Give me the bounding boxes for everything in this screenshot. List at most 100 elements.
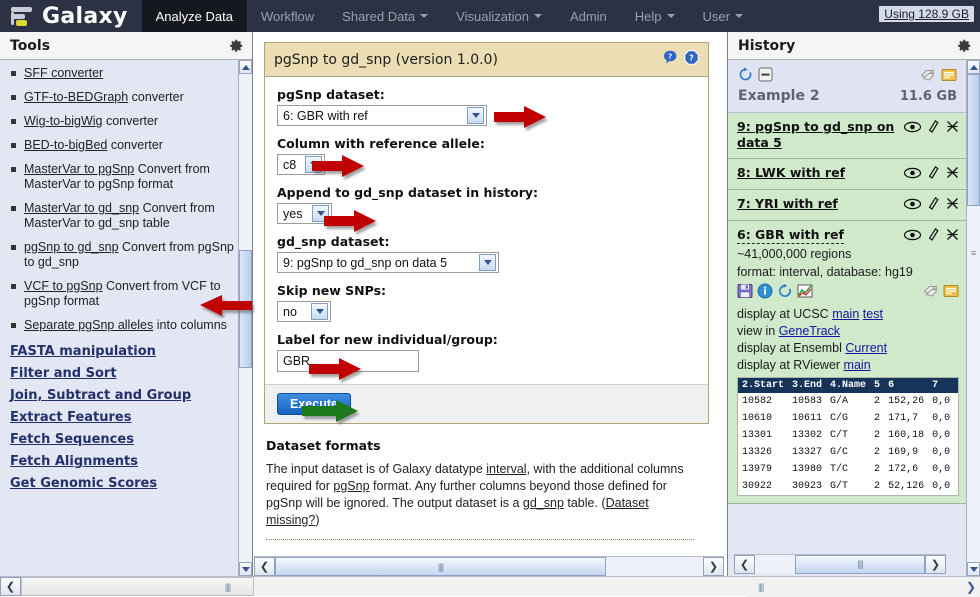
help-link-interval[interactable]: interval	[486, 462, 526, 476]
delete-x-icon[interactable]	[946, 166, 959, 182]
tool-link-label[interactable]: pgSnp to gd_snp	[24, 240, 119, 254]
nav-item-help[interactable]: Help	[621, 0, 689, 32]
tool-link-label[interactable]: VCF to pgSnp	[24, 279, 103, 293]
chevron-down-icon[interactable]	[467, 107, 484, 124]
delete-x-icon[interactable]	[946, 197, 959, 213]
tool-link-wig-to-bigwig[interactable]: Wig-to-bigWig converter	[10, 114, 235, 138]
tool-link-label[interactable]: Wig-to-bigWig	[24, 114, 103, 128]
tool-link-sff-converter[interactable]: SFF converter	[10, 66, 235, 90]
scrollbar-track[interactable]: ||||	[755, 554, 925, 574]
tool-panel-scrollbar[interactable]: ≡	[238, 60, 252, 576]
dataset-title[interactable]: 7: YRI with ref	[737, 196, 838, 212]
delete-x-icon[interactable]	[946, 120, 959, 136]
tool-link-bed-to-bigbed[interactable]: BED-to-bigBed converter	[10, 138, 235, 162]
tool-section-extract-features[interactable]: Extract Features	[10, 410, 235, 425]
pencil-icon[interactable]	[928, 227, 939, 244]
display-link-rviewer-main[interactable]: main	[844, 358, 871, 372]
execute-button[interactable]: Execute	[277, 393, 351, 415]
nav-item-shared-data[interactable]: Shared Data	[328, 0, 442, 32]
scrollbar-track[interactable]: ||||	[275, 557, 703, 576]
gear-icon[interactable]	[956, 38, 972, 54]
display-link-ensembl-current[interactable]: Current	[845, 341, 887, 355]
peek-horizontal-scrollbar[interactable]: ❮ |||| ❯	[734, 554, 946, 574]
annotation-icon[interactable]	[941, 68, 957, 85]
tool-section-get-genomic-scores[interactable]: Get Genomic Scores	[10, 476, 235, 491]
help-link-gd-snp[interactable]: gd_snp	[523, 496, 564, 510]
info-icon[interactable]	[757, 283, 773, 302]
tool-link-label[interactable]: GTF-to-BEDGraph	[24, 90, 128, 104]
question-octagon-icon[interactable]: ?	[684, 50, 699, 69]
tool-section-fetch-alignments[interactable]: Fetch Alignments	[10, 454, 235, 469]
append-gd-snp-select[interactable]: yes	[277, 203, 332, 224]
delete-x-icon[interactable]	[946, 228, 959, 244]
history-dataset-9[interactable]: 9: pgSnp to gd_snp on data 5	[728, 113, 967, 159]
refresh-icon[interactable]	[738, 67, 753, 85]
resize-handle-icon[interactable]: ❯	[966, 580, 976, 594]
scrollbar-thumb[interactable]: ||||	[21, 577, 254, 596]
skip-new-snps-select[interactable]: no	[277, 301, 331, 322]
center-horizontal-scrollbar[interactable]: ❮ |||| ❯	[254, 556, 724, 576]
nav-item-workflow[interactable]: Workflow	[247, 0, 328, 32]
tool-link-label[interactable]: SFF converter	[24, 66, 103, 80]
scroll-left-button[interactable]: ❮	[734, 554, 755, 574]
rerun-icon[interactable]	[777, 283, 793, 302]
tool-link-pgsnp-to-gd-snp[interactable]: pgSnp to gd_snp Convert from pgSnp to gd…	[10, 240, 235, 279]
chevron-down-icon[interactable]	[479, 254, 496, 271]
annotation-icon[interactable]	[943, 284, 959, 301]
scroll-left-button[interactable]: ❮	[254, 557, 275, 576]
pencil-icon[interactable]	[928, 165, 939, 182]
scroll-left-button[interactable]: ❮	[0, 577, 21, 596]
tool-link-separate-pgsnp-alleles[interactable]: Separate pgSnp alleles into columns	[10, 318, 235, 342]
tool-link-mastervar-to-gd-snp[interactable]: MasterVar to gd_snp Convert from MasterV…	[10, 201, 235, 240]
tool-section-fetch-sequences[interactable]: Fetch Sequences	[10, 432, 235, 447]
nav-item-analyze-data[interactable]: Analyze Data	[141, 0, 247, 32]
question-bubble-icon[interactable]: ?	[663, 50, 678, 69]
scrollbar-thumb[interactable]: ||||	[275, 557, 606, 576]
dataset-title[interactable]: 9: pgSnp to gd_snp on data 5	[737, 119, 898, 151]
scroll-up-button[interactable]	[967, 60, 980, 74]
scrollbar-thumb[interactable]: ||||	[795, 554, 925, 574]
quota-meter[interactable]: Using 128.9 GB	[879, 6, 974, 22]
chevron-down-icon[interactable]	[312, 205, 329, 222]
eye-icon[interactable]	[903, 198, 922, 213]
history-panel-scrollbar[interactable]: ≡	[966, 60, 980, 576]
tag-icon[interactable]	[923, 284, 939, 301]
scroll-down-button[interactable]	[239, 562, 252, 576]
tool-link-vcf-to-pgsnp[interactable]: VCF to pgSnp Convert from VCF to pgSnp f…	[10, 279, 235, 318]
column-reference-allele-select[interactable]: c8	[277, 154, 325, 175]
display-link-ucsc-test[interactable]: test	[863, 307, 883, 321]
chevron-down-icon[interactable]	[305, 156, 322, 173]
pencil-icon[interactable]	[928, 196, 939, 213]
scroll-down-button[interactable]	[967, 562, 980, 576]
tool-link-label[interactable]: Separate pgSnp alleles	[24, 318, 153, 332]
pgsnp-dataset-select[interactable]: 6: GBR with ref	[277, 105, 487, 126]
tool-link-label[interactable]: MasterVar to pgSnp	[24, 162, 134, 176]
nav-item-user[interactable]: User	[689, 0, 757, 32]
history-dataset-7[interactable]: 7: YRI with ref	[728, 190, 967, 221]
nav-item-visualization[interactable]: Visualization	[442, 0, 556, 32]
history-dataset-6[interactable]: 6: GBR with ref ~41,000,000 regions form…	[728, 221, 967, 504]
help-link-pgsnp[interactable]: pgSnp	[333, 479, 369, 493]
nav-item-admin[interactable]: Admin	[556, 0, 621, 32]
eye-icon[interactable]	[903, 229, 922, 244]
scrollbar-thumb[interactable]	[967, 74, 980, 206]
save-disk-icon[interactable]	[737, 283, 753, 302]
tag-icon[interactable]	[920, 68, 936, 85]
display-link-genetrack[interactable]: GeneTrack	[779, 324, 840, 338]
visualize-chart-icon[interactable]	[797, 283, 813, 302]
gear-icon[interactable]	[228, 38, 244, 54]
dataset-title[interactable]: 6: GBR with ref	[737, 227, 844, 244]
tool-link-gtf-to-bedgraph[interactable]: GTF-to-BEDGraph converter	[10, 90, 235, 114]
eye-icon[interactable]	[903, 167, 922, 182]
history-dataset-8[interactable]: 8: LWK with ref	[728, 159, 967, 190]
tool-link-label[interactable]: MasterVar to gd_snp	[24, 201, 139, 215]
history-name[interactable]: Example 2	[738, 88, 820, 104]
pencil-icon[interactable]	[928, 119, 939, 136]
gd-snp-dataset-select[interactable]: 9: pgSnp to gd_snp on data 5	[277, 252, 499, 273]
eye-icon[interactable]	[903, 121, 922, 136]
collapse-all-icon[interactable]	[758, 67, 773, 85]
display-link-ucsc-main[interactable]: main	[832, 307, 859, 321]
dataset-title[interactable]: 8: LWK with ref	[737, 165, 845, 181]
tool-link-mastervar-to-pgsnp[interactable]: MasterVar to pgSnp Convert from MasterVa…	[10, 162, 235, 201]
chevron-down-icon[interactable]	[311, 303, 328, 320]
